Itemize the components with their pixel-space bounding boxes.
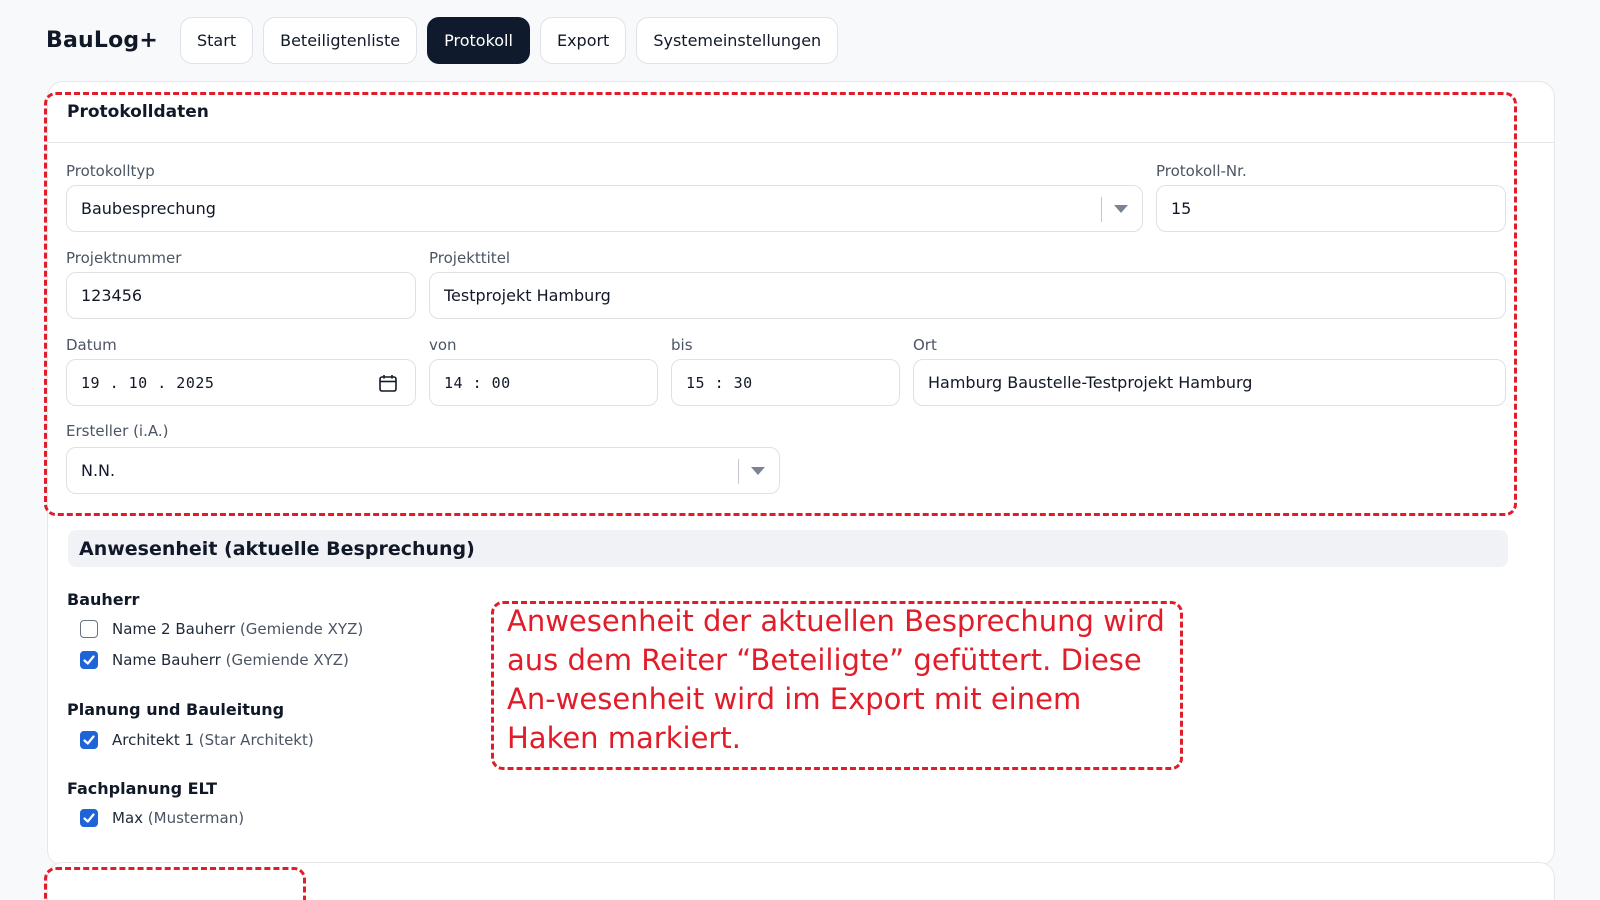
author-value: N.N.	[81, 461, 116, 480]
attendee-org: (Gemiende XYZ)	[239, 620, 364, 638]
author-label: Ersteller (i.A.)	[66, 422, 169, 440]
app-logo: BauLog+	[46, 28, 158, 53]
protocol-nr-label: Protokoll-Nr.	[1156, 162, 1247, 180]
chevron-down-icon[interactable]	[751, 467, 765, 475]
top-nav: BauLog+ Start Beteiligtenliste Protokoll…	[46, 17, 839, 64]
date-input[interactable]: 19 . 10 . 2025	[66, 359, 416, 406]
project-title-input[interactable]: Testprojekt Hamburg	[429, 272, 1506, 319]
location-label: Ort	[913, 336, 937, 354]
card-header: Protokolldaten	[48, 82, 1554, 143]
attendance-header: Anwesenheit (aktuelle Besprechung)	[68, 530, 1508, 567]
protocol-nr-value: 15	[1171, 199, 1192, 218]
attendee-org: (Gemiende XYZ)	[225, 651, 349, 669]
time-to-value: 15 : 30	[686, 373, 753, 392]
group-title-bauherr: Bauherr	[67, 590, 140, 609]
attendee-row[interactable]: Architekt 1 (Star Architekt)	[80, 729, 314, 751]
project-number-label: Projektnummer	[66, 249, 182, 267]
group-title-planung: Planung und Bauleitung	[67, 700, 285, 719]
calendar-icon[interactable]	[378, 373, 398, 393]
attendance-checkbox[interactable]	[80, 731, 98, 749]
attendee-name: Name Bauherr	[112, 651, 221, 669]
date-label: Datum	[66, 336, 117, 354]
date-value: 19 . 10 . 2025	[81, 373, 215, 392]
project-title-value: Testprojekt Hamburg	[444, 286, 611, 305]
protocol-nr-input[interactable]: 15	[1156, 185, 1506, 232]
protocol-type-value: Baubesprechung	[81, 199, 216, 218]
tab-export[interactable]: Export	[539, 17, 627, 64]
checkmark-icon	[83, 813, 95, 823]
time-from-value: 14 : 00	[444, 373, 511, 392]
project-title-label: Projekttitel	[429, 249, 511, 267]
protocol-type-label: Protokolltyp	[66, 162, 155, 180]
select-separator	[1101, 197, 1102, 222]
time-from-input[interactable]: 14 : 00	[429, 359, 658, 406]
checkmark-icon	[83, 655, 95, 665]
group-title-fachplanung: Fachplanung ELT	[67, 779, 217, 798]
author-select[interactable]: N.N.	[66, 447, 780, 494]
annotation-text: Anwesenheit der aktuellen Besprechung wi…	[507, 604, 1165, 755]
protocol-type-select[interactable]: Baubesprechung	[66, 185, 1143, 232]
attendee-name: Name 2 Bauherr	[112, 620, 236, 638]
attendance-checkbox[interactable]	[80, 620, 98, 638]
location-value: Hamburg Baustelle-Testprojekt Hamburg	[928, 373, 1253, 392]
attendance-checkbox[interactable]	[80, 651, 98, 669]
attendee-org: (Star Architekt)	[198, 731, 314, 749]
attendance-checkbox[interactable]	[80, 809, 98, 827]
tab-systemeinstellungen[interactable]: Systemeinstellungen	[636, 17, 839, 64]
chevron-down-icon[interactable]	[1114, 205, 1128, 213]
tab-start[interactable]: Start	[180, 17, 254, 64]
project-number-input[interactable]: 123456	[66, 272, 416, 319]
next-card	[47, 862, 1555, 900]
attendee-row[interactable]: Name Bauherr (Gemiende XYZ)	[80, 649, 349, 671]
project-number-value: 123456	[81, 286, 143, 305]
attendee-name: Max	[112, 809, 144, 827]
tab-protokoll[interactable]: Protokoll	[427, 17, 530, 64]
tab-beteiligtenliste[interactable]: Beteiligtenliste	[263, 17, 418, 64]
select-separator	[738, 459, 739, 484]
attendee-org: (Musterman)	[147, 809, 245, 827]
attendee-row[interactable]: Name 2 Bauherr (Gemiende XYZ)	[80, 618, 363, 640]
checkmark-icon	[83, 735, 95, 745]
location-input[interactable]: Hamburg Baustelle-Testprojekt Hamburg	[913, 359, 1506, 406]
attendee-row[interactable]: Max (Musterman)	[80, 807, 244, 829]
time-to-input[interactable]: 15 : 30	[671, 359, 900, 406]
attendee-name: Architekt 1	[112, 731, 195, 749]
time-to-label: bis	[671, 336, 693, 354]
time-from-label: von	[429, 336, 457, 354]
